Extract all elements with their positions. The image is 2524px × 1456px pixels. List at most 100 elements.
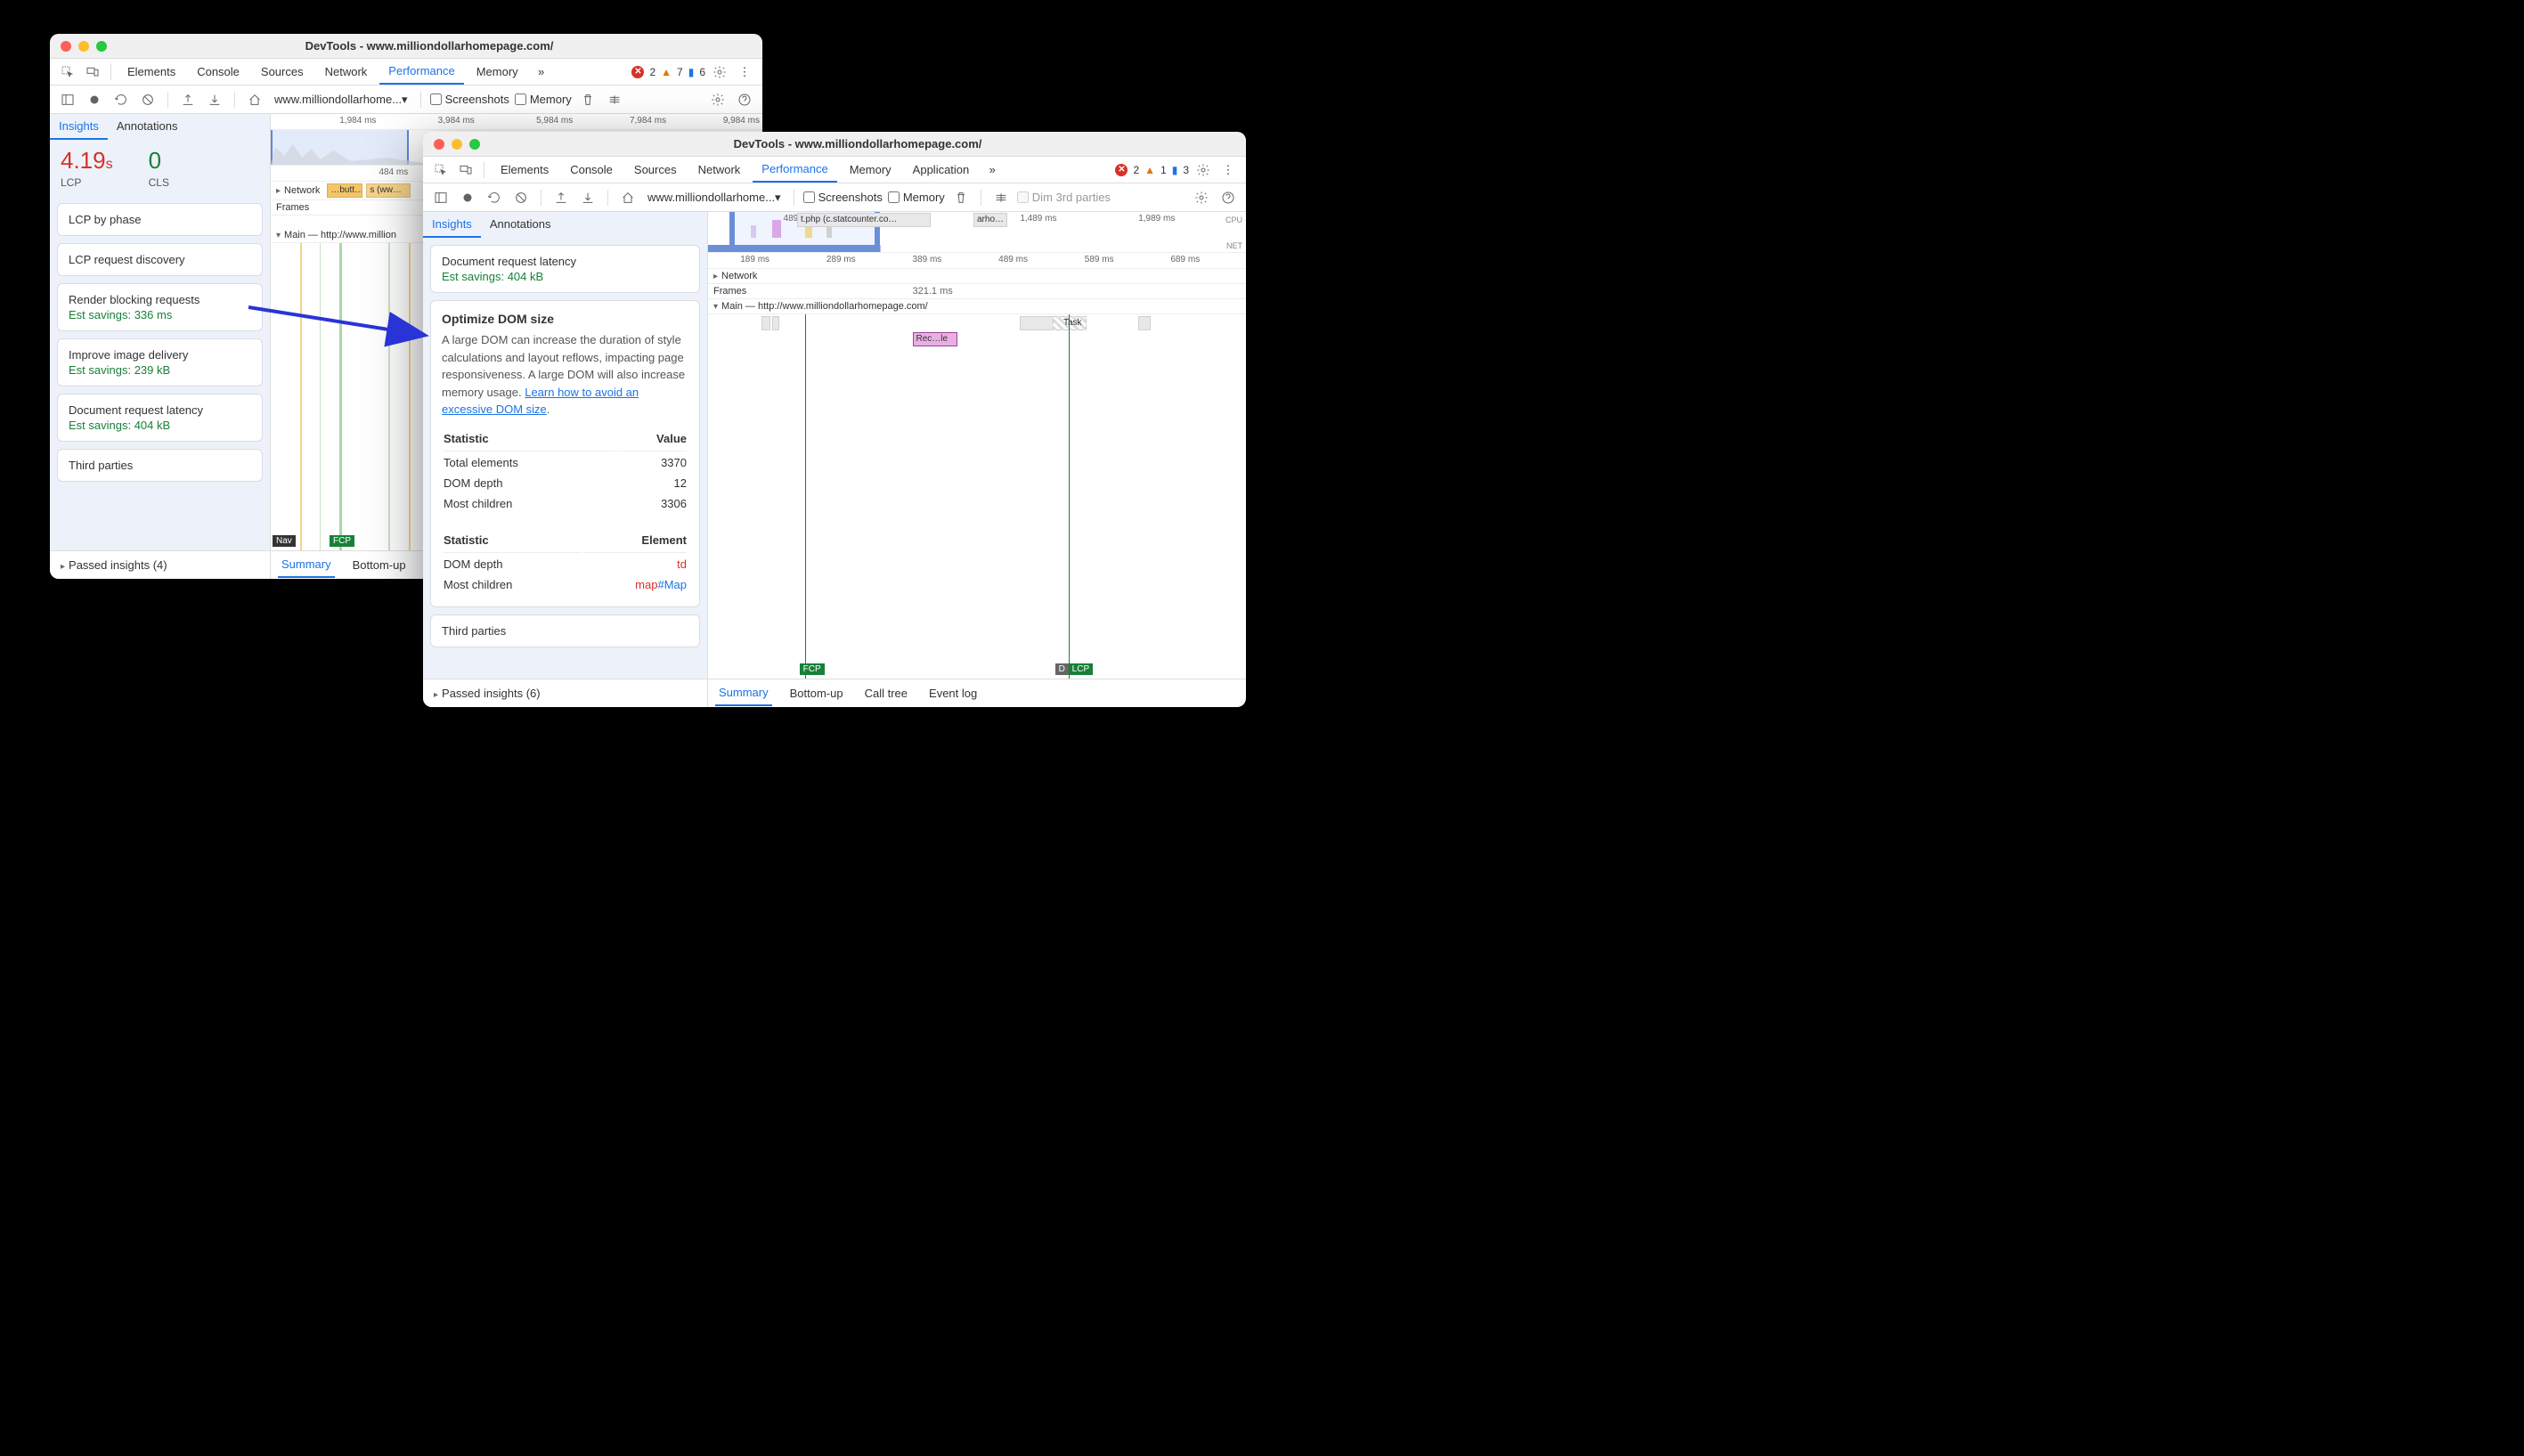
tab-memory[interactable]: Memory	[841, 158, 900, 182]
url-selector[interactable]: www.milliondollarhome...▾	[644, 189, 785, 207]
tab-network[interactable]: Network	[316, 60, 377, 84]
frames-track-label[interactable]: Frames 321.1 ms	[708, 284, 1246, 299]
lcp-marker: LCP	[1069, 663, 1093, 675]
tab-console[interactable]: Console	[561, 158, 622, 182]
vital-lcp[interactable]: 4.19s LCP	[61, 147, 113, 189]
reload-icon[interactable]	[484, 187, 505, 208]
shortcuts-icon[interactable]	[990, 187, 1012, 208]
upload-icon[interactable]	[177, 89, 199, 110]
url-selector[interactable]: www.milliondollarhome...▾	[271, 91, 411, 109]
network-track-label[interactable]: Network t.php (c.statcounter.co… arho…	[708, 269, 1246, 284]
tab-sources[interactable]: Sources	[252, 60, 313, 84]
network-item[interactable]: arho…	[973, 213, 1007, 227]
recalc-block[interactable]: Rec…le	[913, 332, 957, 346]
dim-checkbox[interactable]: Dim 3rd parties	[1017, 191, 1111, 204]
tab-call-tree[interactable]: Call tree	[861, 681, 911, 705]
clear-icon[interactable]	[510, 187, 532, 208]
screenshots-checkbox[interactable]: Screenshots	[430, 93, 509, 106]
memory-checkbox[interactable]: Memory	[888, 191, 945, 204]
help-icon[interactable]	[1217, 187, 1239, 208]
panel-toggle-icon[interactable]	[430, 187, 452, 208]
tab-elements[interactable]: Elements	[492, 158, 558, 182]
kebab-icon[interactable]: ⋮	[1217, 159, 1239, 181]
shortcuts-icon[interactable]	[604, 89, 625, 110]
status-badges[interactable]: ✕2 ▲7 ▮6	[631, 66, 705, 78]
tab-performance[interactable]: Performance	[379, 59, 463, 85]
inspect-icon[interactable]	[430, 159, 452, 181]
kebab-icon[interactable]: ⋮	[734, 61, 755, 83]
record-icon[interactable]	[84, 89, 105, 110]
gear-icon[interactable]	[709, 61, 730, 83]
more-tabs-icon[interactable]: »	[981, 159, 1003, 181]
minimize-icon[interactable]	[452, 139, 462, 150]
download-icon[interactable]	[204, 89, 225, 110]
upload-icon[interactable]	[550, 187, 572, 208]
tab-annotations[interactable]: Annotations	[108, 114, 187, 140]
tab-summary[interactable]: Summary	[278, 552, 335, 578]
network-item[interactable]: …butt…	[327, 183, 362, 198]
insight-optimize-dom[interactable]: Optimize DOM size A large DOM can increa…	[430, 300, 700, 607]
settings-icon[interactable]	[1191, 187, 1212, 208]
home-icon[interactable]	[617, 187, 639, 208]
device-icon[interactable]	[455, 159, 476, 181]
tab-summary[interactable]: Summary	[715, 680, 772, 706]
insight-doc-latency[interactable]: Document request latencyEst savings: 404…	[57, 394, 263, 442]
passed-insights[interactable]: Passed insights (4)	[50, 550, 270, 579]
network-item[interactable]: s (ww…	[366, 183, 411, 198]
insight-third-parties[interactable]: Third parties	[57, 449, 263, 482]
timeline[interactable]: 489 ms 989 ms 1,489 ms 1,989 ms CPU NET …	[708, 212, 1246, 707]
tab-application[interactable]: Application	[904, 158, 979, 182]
tab-memory[interactable]: Memory	[468, 60, 527, 84]
tab-network[interactable]: Network	[689, 158, 750, 182]
network-item[interactable]: t.php (c.statcounter.co…	[797, 213, 931, 227]
tab-bottom-up[interactable]: Bottom-up	[786, 681, 847, 705]
vital-cls[interactable]: 0 CLS	[149, 147, 169, 189]
tab-console[interactable]: Console	[188, 60, 248, 84]
maximize-icon[interactable]	[469, 139, 480, 150]
record-icon[interactable]	[457, 187, 478, 208]
close-icon[interactable]	[434, 139, 444, 150]
more-tabs-icon[interactable]: »	[531, 61, 552, 83]
fcp-marker: FCP	[330, 535, 354, 547]
passed-insights[interactable]: Passed insights (6)	[423, 679, 707, 707]
memory-checkbox[interactable]: Memory	[515, 93, 572, 106]
traffic-lights	[434, 139, 480, 150]
gear-icon[interactable]	[1193, 159, 1214, 181]
reload-icon[interactable]	[110, 89, 132, 110]
insight-lcp-discovery[interactable]: LCP request discovery	[57, 243, 263, 276]
flame-block[interactable]	[1020, 316, 1054, 330]
panel-toggle-icon[interactable]	[57, 89, 78, 110]
home-icon[interactable]	[244, 89, 265, 110]
insight-third-parties[interactable]: Third parties	[430, 614, 700, 647]
close-icon[interactable]	[61, 41, 71, 52]
clear-icon[interactable]	[137, 89, 159, 110]
tab-sources[interactable]: Sources	[625, 158, 686, 182]
gc-icon[interactable]	[950, 187, 972, 208]
insight-render-blocking[interactable]: Render blocking requestsEst savings: 336…	[57, 283, 263, 331]
maximize-icon[interactable]	[96, 41, 107, 52]
inspect-icon[interactable]	[57, 61, 78, 83]
main-track-label[interactable]: Main — http://www.milliondollarhomepage.…	[708, 299, 1246, 314]
tab-annotations[interactable]: Annotations	[481, 212, 560, 238]
tab-event-log[interactable]: Event log	[925, 681, 981, 705]
gc-icon[interactable]	[577, 89, 598, 110]
screenshots-checkbox[interactable]: Screenshots	[803, 191, 883, 204]
table-row: Total elements3370	[444, 453, 687, 472]
minimize-icon[interactable]	[78, 41, 89, 52]
dom-stats-table: StatisticValue Total elements3370 DOM de…	[442, 427, 688, 515]
tab-insights[interactable]: Insights	[50, 114, 108, 140]
insight-image-delivery[interactable]: Improve image deliveryEst savings: 239 k…	[57, 338, 263, 386]
status-badges[interactable]: ✕2 ▲1 ▮3	[1115, 164, 1189, 176]
tab-elements[interactable]: Elements	[118, 60, 184, 84]
help-icon[interactable]	[734, 89, 755, 110]
settings-icon[interactable]	[707, 89, 729, 110]
device-icon[interactable]	[82, 61, 103, 83]
download-icon[interactable]	[577, 187, 598, 208]
insight-lcp-phase[interactable]: LCP by phase	[57, 203, 263, 236]
insight-doc-latency[interactable]: Document request latency Est savings: 40…	[430, 245, 700, 293]
tab-bottom-up[interactable]: Bottom-up	[349, 553, 410, 577]
time-ruler-detail: 189 ms 289 ms 389 ms 489 ms 589 ms 689 m…	[708, 253, 1246, 269]
flame-chart[interactable]: Task Rec…le FCP D LCP	[708, 314, 1246, 679]
tab-insights[interactable]: Insights	[423, 212, 481, 238]
tab-performance[interactable]: Performance	[753, 157, 836, 183]
